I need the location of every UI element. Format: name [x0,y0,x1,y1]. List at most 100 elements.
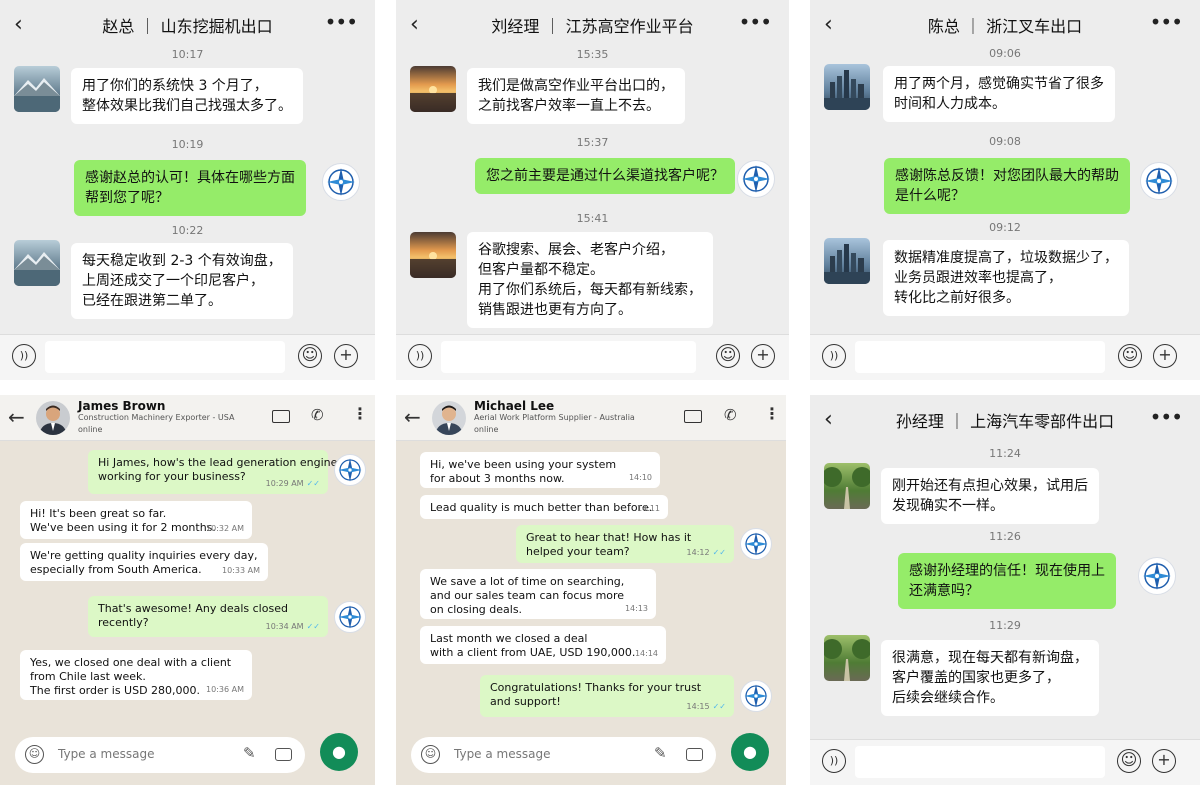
contact-avatar [824,635,870,681]
message-line: with a client from UAE, USD 190,000. [430,646,636,659]
emoji-icon[interactable]: ☺ [421,745,440,764]
voice-icon[interactable]: )) [12,344,36,368]
contact-avatar[interactable] [432,401,466,435]
message-bubble-incoming: We're getting quality inquiries every da… [20,543,268,581]
more-dots-icon[interactable]: ⋮ [764,404,780,423]
emoji-icon[interactable]: ☺ [298,344,322,368]
message-line: 业务员跟进效率也提高了， [894,270,1062,286]
back-arrow-icon[interactable]: ‹ [14,12,36,38]
message-input[interactable] [441,341,696,373]
paperclip-icon[interactable]: ✎ [654,744,667,762]
camera-icon[interactable] [275,748,292,761]
message-input[interactable] [45,341,285,373]
compose-bar: ☺ Type a message ✎ ● [0,725,375,785]
message-bubble-outgoing: 感谢陈总反馈！对您团队最大的帮助 是什么呢？ [884,158,1130,214]
more-dots-icon[interactable]: ••• [1150,405,1183,429]
emoji-icon[interactable]: ☺ [25,745,44,764]
message-time: 10:17 [171,48,204,61]
emoji-icon[interactable]: ☺ [716,344,740,368]
message-bubble-incoming: 我们是做高空作业平台出口的， 之前找客户效率一直上不去。 [467,68,685,124]
back-arrow-icon[interactable]: ‹ [824,12,846,38]
message-timestamp: 10:33 AM [222,566,260,575]
chat-header: ‹ 陈总 ｜ 浙江叉车出口 ••• [810,0,1200,50]
message-timestamp: 10:34 AM [265,622,304,631]
message-line: 是什么呢？ [895,188,965,204]
back-arrow-icon[interactable]: ‹ [824,407,846,433]
emoji-icon[interactable]: ☺ [1118,344,1142,368]
message-bubble-incoming: Last month we closed a deal with a clien… [420,626,666,664]
message-timestamp: 14:12 [686,548,710,557]
message-input[interactable]: ☺ Type a message ✎ [411,737,716,773]
more-dots-icon[interactable]: ••• [325,10,358,34]
message-input[interactable] [855,341,1105,373]
contact-subtitle: Construction Machinery Exporter - USA [78,413,235,422]
message-input[interactable]: ☺ Type a message ✎ [15,737,305,773]
contact-avatar [824,238,870,284]
plus-icon[interactable]: + [1153,344,1177,368]
message-bubble-incoming: Lead quality is much better than before.… [420,495,668,519]
message-meta: 10:29 AM ✓✓ [266,477,320,491]
message-line: Great to hear that! How has it [526,531,692,544]
plus-icon[interactable]: + [751,344,775,368]
read-receipt-icon: ✓✓ [712,548,726,557]
message-time: 11:24 [989,447,1021,460]
chat-panel-sun: ‹ 孙经理 ｜ 上海汽车零部件出口 ••• 11:24 刚开始还有点担心效果，试… [810,395,1200,785]
message-bubble-outgoing: That's awesome! Any deals closed recentl… [88,596,328,637]
message-bubble-incoming: 用了你们的系统快 3 个月了， 整体效果比我们自己找强太多了。 [71,68,303,124]
microphone-icon[interactable]: ● [731,733,769,771]
compose-bar: ☺ Type a message ✎ ● [396,725,786,785]
more-dots-icon[interactable]: ••• [739,10,772,34]
microphone-icon[interactable]: ● [320,733,358,771]
paperclip-icon[interactable]: ✎ [243,744,256,762]
input-bar: )) ☺ + [0,334,375,380]
input-bar: )) ☺ + [396,334,789,380]
message-line: 用了你们系统后，每天都有新线索， [478,282,702,298]
more-dots-icon[interactable]: ••• [1150,10,1183,34]
message-meta: 14:15 ✓✓ [687,700,726,714]
message-timestamp: 10:32 AM [206,524,244,533]
emoji-icon[interactable]: ☺ [1117,749,1141,773]
phone-icon[interactable]: ✆ [311,406,324,424]
message-line: 用了两个月，感觉确实节省了很多 [894,76,1104,92]
voice-icon[interactable]: )) [822,344,846,368]
video-call-icon[interactable] [684,410,702,423]
message-bubble-outgoing: Hi James, how's the lead generation engi… [88,450,337,494]
message-line: 整体效果比我们自己找强太多了。 [82,98,292,114]
message-bubble-outgoing: 感谢孙经理的信任！现在使用上 还满意吗？ [898,553,1116,609]
message-line: 转化比之前好很多。 [894,290,1020,306]
back-arrow-icon[interactable]: ← [8,405,25,429]
message-bubble-incoming: 每天稳定收到 2-3 个有效询盘， 上周还成交了一个印尼客户， 已经在跟进第二单… [71,243,293,319]
video-call-icon[interactable] [272,410,290,423]
message-timestamp: 10:29 AM [265,479,304,488]
phone-icon[interactable]: ✆ [724,406,737,424]
message-timestamp: 10:36 AM [206,685,244,694]
chat-panel-zhao: ‹ 赵总 ｜ 山东挖掘机出口 ••• 10:17 用了你们的系统快 3 个月了，… [0,0,375,380]
message-line: 之前找客户效率一直上不去。 [478,98,660,114]
read-receipt-icon: ✓✓ [306,479,320,488]
back-arrow-icon[interactable]: ‹ [410,12,432,38]
message-time: 15:35 [576,48,609,61]
contact-avatar[interactable] [36,401,70,435]
message-line: 时间和人力成本。 [894,96,1006,112]
message-time: 15:41 [576,212,609,225]
plus-icon[interactable]: + [1152,749,1176,773]
message-line: for about 3 months now. [430,472,565,485]
compass-logo-icon [1138,557,1176,595]
chat-title: 赵总 ｜ 山东挖掘机出口 [102,17,273,36]
message-time: 09:06 [989,47,1021,60]
message-line: We save a lot of time on searching, [430,575,625,588]
message-line: 已经在跟进第二单了。 [82,293,222,309]
plus-icon[interactable]: + [334,344,358,368]
more-dots-icon[interactable]: ⋮ [352,404,368,423]
message-input[interactable] [855,746,1105,778]
back-arrow-icon[interactable]: ← [404,405,421,429]
voice-icon[interactable]: )) [408,344,432,368]
contact-name: Michael Lee [474,399,555,413]
camera-icon[interactable] [686,748,703,761]
chat-title: 陈总 ｜ 浙江叉车出口 [927,17,1083,36]
chat-header: ‹ 孙经理 ｜ 上海汽车零部件出口 ••• [810,395,1200,445]
voice-icon[interactable]: )) [822,749,846,773]
contact-avatar [410,232,456,278]
message-line: 客户覆盖的国家也更多了， [892,670,1060,686]
message-line: 但客户量都不稳定。 [478,262,604,278]
